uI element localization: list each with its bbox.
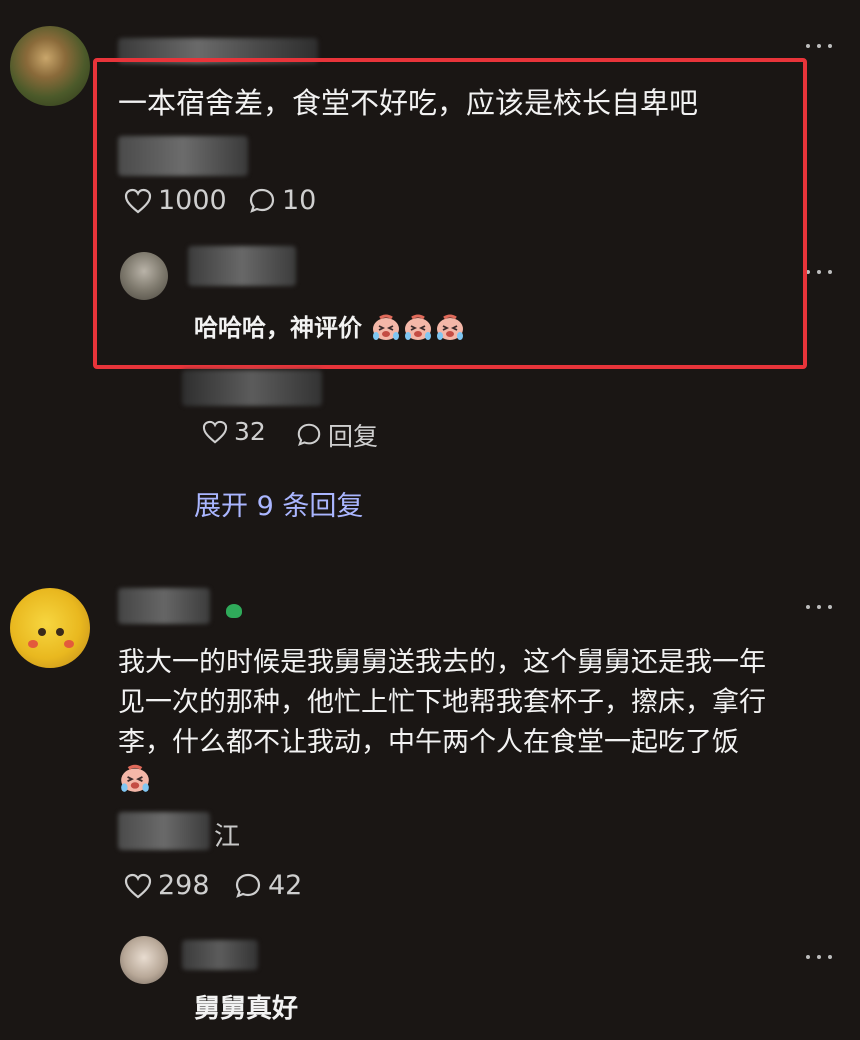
reply-text: 舅舅真好 <box>194 994 299 1024</box>
reply-count: 42 <box>268 870 303 901</box>
comment-bubble-icon <box>235 873 261 898</box>
comment-text-line: 我大一的时候是我舅舅送我去的，这个舅舅还是我一年 <box>118 647 766 678</box>
reply-button[interactable]: 回复 <box>296 417 378 453</box>
comment-meta-blurred <box>118 812 210 850</box>
highlight-box <box>93 58 807 369</box>
reply-more-options-icon[interactable] <box>806 267 832 277</box>
reply-meta-blurred <box>182 370 322 406</box>
badge-icon <box>226 604 242 618</box>
avatar-user-1[interactable] <box>10 26 90 106</box>
expand-replies-link[interactable]: 展开 9 条回复 <box>194 484 363 523</box>
comment-text-line: 见一次的那种，他忙上忙下地帮我套杯子，擦床，拿行 <box>118 687 766 718</box>
heart-icon <box>202 420 228 443</box>
reply-more-options-icon[interactable] <box>806 952 832 962</box>
like-count: 298 <box>158 870 210 901</box>
username-reply-2[interactable] <box>182 940 258 970</box>
reply-like-count: 32 <box>234 417 266 446</box>
avatar-user-2[interactable] <box>10 588 90 668</box>
location-text: 江 <box>214 822 241 852</box>
avatar-reply-2[interactable] <box>120 936 168 984</box>
heart-icon <box>124 873 152 898</box>
comment-text-line: 李，什么都不让我动，中午两个人在食堂一起吃了饭 <box>118 727 739 758</box>
crying-laughing-emoji-icon <box>118 762 152 798</box>
more-options-icon[interactable] <box>806 41 832 51</box>
more-options-icon[interactable] <box>806 602 832 612</box>
like-button[interactable]: 298 <box>124 870 210 901</box>
username-user-2[interactable] <box>118 588 210 624</box>
reply-count-button[interactable]: 42 <box>234 870 302 901</box>
comment-bubble-icon <box>297 423 321 447</box>
reply-label: 回复 <box>328 422 379 451</box>
reply-like-button[interactable]: 32 <box>202 417 266 446</box>
